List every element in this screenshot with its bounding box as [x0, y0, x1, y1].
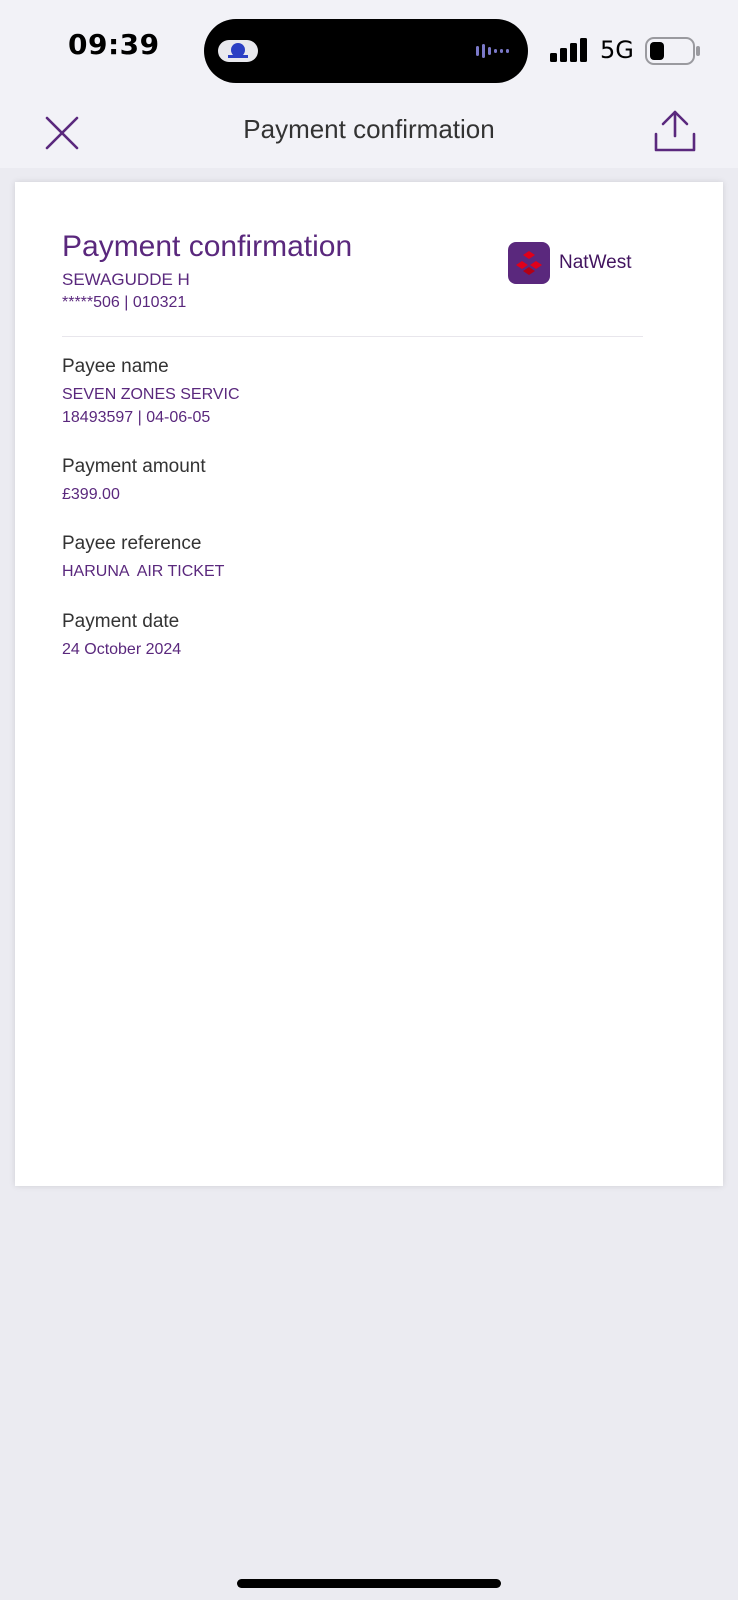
- payee-reference-label: Payee reference: [62, 533, 202, 554]
- share-button[interactable]: [650, 104, 700, 156]
- payee-name-value: SEVEN ZONES SERVIC: [62, 386, 240, 403]
- bank-name: NatWest: [559, 252, 632, 273]
- battery-icon: [645, 37, 700, 65]
- bank-brand: NatWest: [508, 242, 632, 284]
- top-area: 09:39 5G Payment confirmation: [0, 0, 738, 168]
- account-holder-name: SEWAGUDDE H: [62, 270, 190, 289]
- payee-account-value: 18493597 | 04-06-05: [62, 409, 211, 426]
- payment-date-value: 24 October 2024: [62, 641, 182, 658]
- payment-amount-label: Payment amount: [62, 456, 206, 477]
- home-indicator[interactable]: [237, 1579, 501, 1588]
- live-activity-app-icon: [218, 40, 258, 62]
- status-bar: 09:39 5G: [0, 0, 738, 100]
- network-type-label: 5G: [600, 36, 634, 64]
- nav-bar: Payment confirmation: [0, 100, 738, 164]
- payment-date-label: Payment date: [62, 611, 180, 632]
- status-time: 09:39: [68, 28, 160, 61]
- receipt-title: Payment confirmation: [62, 230, 353, 263]
- dynamic-island: [204, 19, 528, 83]
- payee-name-label: Payee name: [62, 356, 169, 377]
- account-details: *****506 | 010321: [62, 294, 187, 311]
- page-title: Payment confirmation: [243, 114, 495, 144]
- receipt-card: Payment confirmation SEWAGUDDE H *****50…: [15, 182, 723, 1186]
- payment-amount-value: £399.00: [62, 486, 120, 503]
- divider: [62, 336, 643, 337]
- share-icon: [654, 110, 696, 152]
- payee-reference-value: HARUNA AIR TICKET: [62, 563, 225, 580]
- audio-wave-icon: [476, 44, 509, 58]
- cellular-signal-icon: [550, 38, 587, 62]
- natwest-logo-icon: [508, 242, 550, 284]
